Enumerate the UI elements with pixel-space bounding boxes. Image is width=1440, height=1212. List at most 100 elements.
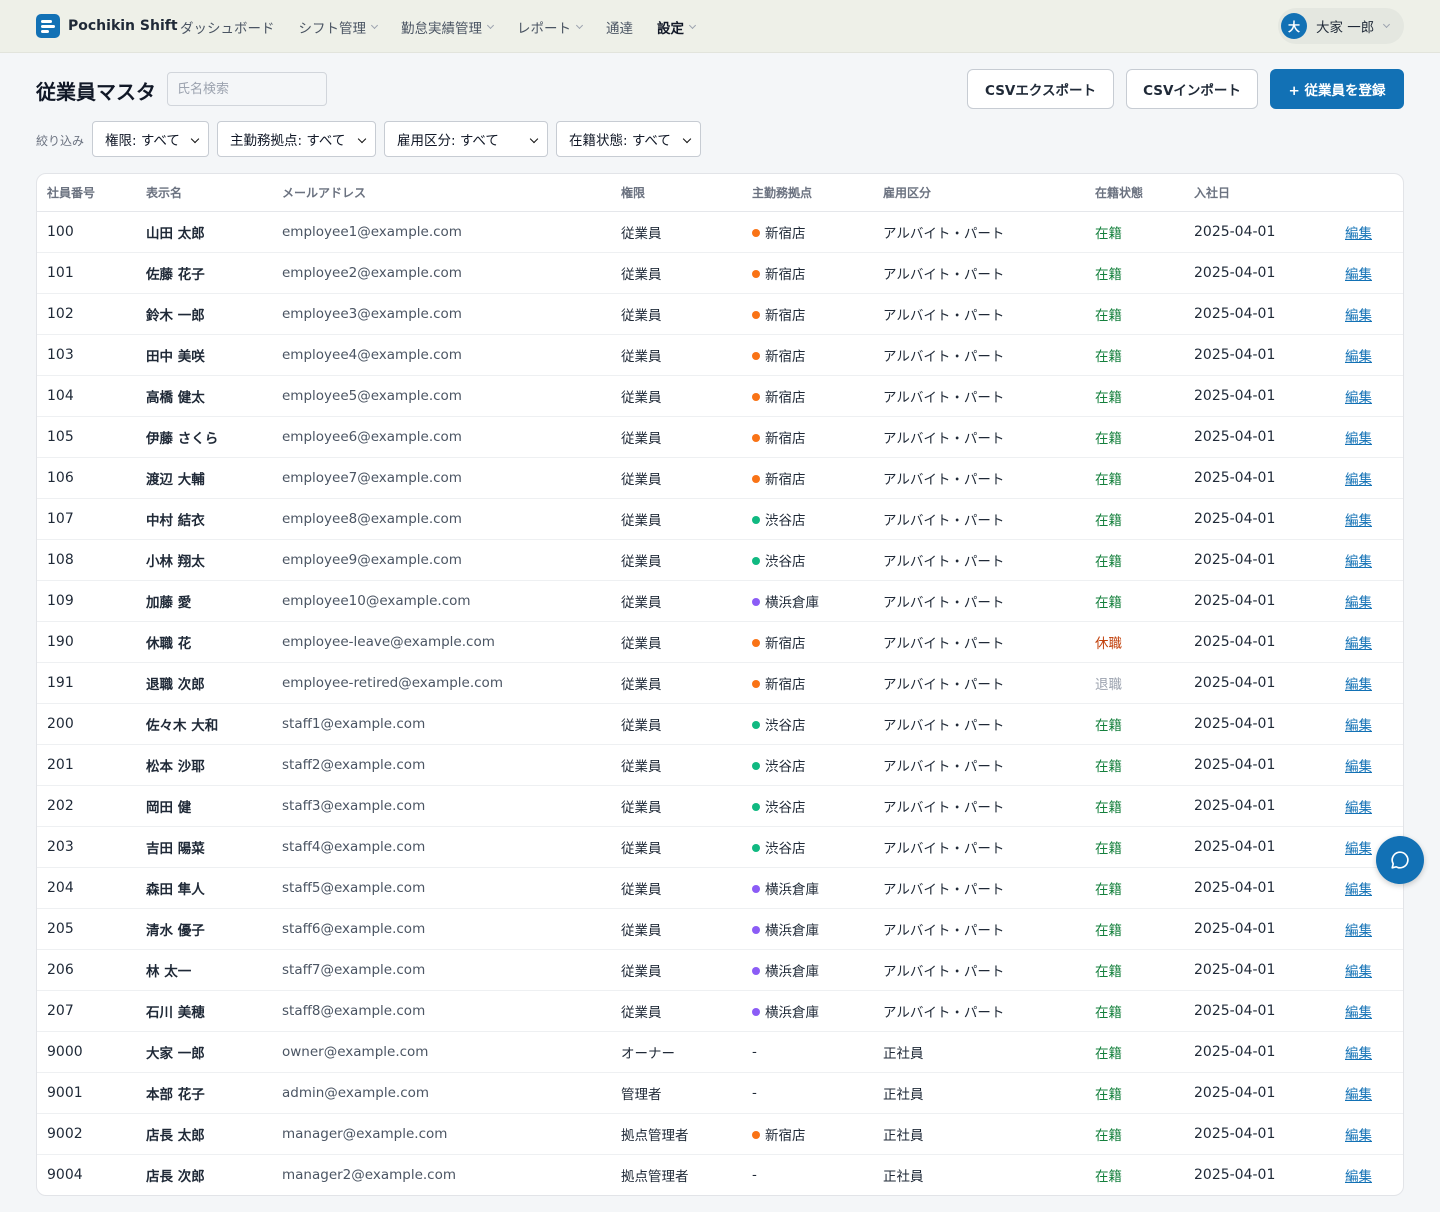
- chat-button[interactable]: [1376, 836, 1424, 884]
- cell-role-text: 従業員: [621, 348, 662, 365]
- nav-item-3[interactable]: レポート: [517, 17, 584, 37]
- nav-item-label: 設定: [657, 20, 684, 37]
- nav-item-5[interactable]: 設定: [657, 17, 697, 37]
- edit-link[interactable]: 編集: [1345, 718, 1372, 734]
- cell-email-text: owner@example.com: [282, 1043, 429, 1060]
- cell-hire-date-text: 2025-04-01: [1194, 879, 1276, 896]
- app-logo[interactable]: Pochikin Shift: [36, 14, 178, 38]
- cell-employment-text: アルバイト・パート: [883, 922, 1005, 939]
- location-filter-value: 主勤務拠点: すべて: [230, 133, 346, 149]
- cell-location-text: 渋谷店: [765, 758, 806, 775]
- cell-employment-text: アルバイト・パート: [883, 471, 1005, 488]
- cell-location: 横浜倉庫: [742, 990, 873, 1032]
- cell-display-name: 店長 太郎: [136, 1113, 272, 1155]
- header-employment[interactable]: 雇用区分: [873, 174, 1085, 212]
- edit-link[interactable]: 編集: [1345, 841, 1372, 857]
- edit-link[interactable]: 編集: [1345, 677, 1372, 693]
- cell-status-text: 在籍: [1095, 881, 1122, 898]
- cell-display-name-text: 吉田 陽菜: [146, 840, 205, 857]
- edit-link[interactable]: 編集: [1345, 800, 1372, 816]
- cell-hire-date: 2025-04-01: [1184, 293, 1333, 335]
- cell-display-name: 佐藤 花子: [136, 252, 272, 294]
- edit-link[interactable]: 編集: [1345, 1005, 1372, 1021]
- name-search-input[interactable]: [167, 72, 327, 106]
- cell-status-text: 在籍: [1095, 922, 1122, 939]
- csv-import-button[interactable]: CSVインポート: [1126, 69, 1258, 109]
- location-dot-icon: [752, 1130, 760, 1139]
- edit-link[interactable]: 編集: [1345, 882, 1372, 898]
- cell-employment-text: アルバイト・パート: [883, 512, 1005, 529]
- edit-link[interactable]: 編集: [1345, 554, 1372, 570]
- csv-export-button[interactable]: CSVエクスポート: [967, 69, 1114, 109]
- user-menu[interactable]: 大 大家 一郎: [1278, 8, 1404, 44]
- nav-item-2[interactable]: 勤怠実績管理: [401, 17, 495, 37]
- edit-link[interactable]: 編集: [1345, 513, 1372, 529]
- edit-link[interactable]: 編集: [1345, 349, 1372, 365]
- cell-status: 在籍: [1085, 744, 1184, 786]
- cell-role-text: 従業員: [621, 594, 662, 611]
- edit-link[interactable]: 編集: [1345, 267, 1372, 283]
- edit-link[interactable]: 編集: [1345, 595, 1372, 611]
- cell-role: 従業員: [611, 498, 742, 540]
- location-dot-icon: [752, 966, 760, 975]
- cell-hire-date-text: 2025-04-01: [1194, 1043, 1276, 1060]
- cell-email-text: employee-leave@example.com: [282, 633, 495, 650]
- cell-employment-text: アルバイト・パート: [883, 717, 1005, 734]
- cell-status: 在籍: [1085, 498, 1184, 540]
- chevron-down-icon: [486, 21, 495, 29]
- cell-hire-date-text: 2025-04-01: [1194, 387, 1276, 404]
- cell-hire-date: 2025-04-01: [1184, 1113, 1333, 1155]
- edit-link[interactable]: 編集: [1345, 964, 1372, 980]
- header-email[interactable]: メールアドレス: [272, 174, 611, 212]
- edit-link[interactable]: 編集: [1345, 923, 1372, 939]
- nav-item-1[interactable]: シフト管理: [299, 17, 379, 37]
- cell-display-name: 鈴木 一郎: [136, 293, 272, 335]
- location-dot-icon: [752, 720, 760, 729]
- chevron-down-icon: [575, 21, 584, 29]
- location-dot-icon: [752, 884, 760, 893]
- cell-location-text: 横浜倉庫: [765, 963, 819, 980]
- cell-role: 管理者: [611, 1072, 742, 1114]
- cell-employee-id: 9000: [37, 1031, 136, 1073]
- register-employee-button[interactable]: + 従業員を登録: [1270, 69, 1404, 109]
- edit-link[interactable]: 編集: [1345, 1087, 1372, 1103]
- status-filter-select[interactable]: 在籍状態: すべて: [556, 121, 701, 157]
- table-row: 102 鈴木 一郎 employee3@example.com 従業員 新宿店 アルバイト…: [37, 293, 1403, 335]
- edit-link[interactable]: 編集: [1345, 390, 1372, 406]
- cell-display-name-text: 加藤 愛: [146, 594, 192, 611]
- cell-role: 従業員: [611, 990, 742, 1032]
- edit-link[interactable]: 編集: [1345, 759, 1372, 775]
- edit-link[interactable]: 編集: [1345, 308, 1372, 324]
- table-row: 9001 本部 花子 admin@example.com 管理者 - 正社員 在籍 2025-…: [37, 1072, 1403, 1114]
- cell-employee-id-text: 190: [47, 633, 74, 650]
- edit-link[interactable]: 編集: [1345, 1169, 1372, 1185]
- header-status[interactable]: 在籍状態: [1085, 174, 1184, 212]
- edit-link[interactable]: 編集: [1345, 636, 1372, 652]
- cell-status: 在籍: [1085, 1113, 1184, 1155]
- table-row: 106 渡辺 大輔 employee7@example.com 従業員 新宿店 アルバイト…: [37, 457, 1403, 499]
- header-location[interactable]: 主勤務拠点: [742, 174, 873, 212]
- cell-role: オーナー: [611, 1031, 742, 1073]
- edit-link[interactable]: 編集: [1345, 472, 1372, 488]
- edit-link[interactable]: 編集: [1345, 431, 1372, 447]
- header-display-name[interactable]: 表示名: [136, 174, 272, 212]
- edit-link[interactable]: 編集: [1345, 1046, 1372, 1062]
- role-filter-select[interactable]: 権限: すべて: [92, 121, 209, 157]
- edit-link[interactable]: 編集: [1345, 1128, 1372, 1144]
- nav-item-4[interactable]: 通達: [606, 17, 633, 37]
- header-employee-id[interactable]: 社員番号: [37, 174, 136, 212]
- location-filter-select[interactable]: 主勤務拠点: すべて: [217, 121, 376, 157]
- cell-location: 新宿店: [742, 457, 873, 499]
- cell-email: employee8@example.com: [272, 498, 611, 540]
- cell-actions: 編集: [1333, 785, 1403, 827]
- employment-filter-select[interactable]: 雇用区分: すべて: [384, 121, 548, 157]
- header-role[interactable]: 権限: [611, 174, 742, 212]
- header-hire-date[interactable]: 入社日: [1184, 174, 1333, 212]
- cell-location-text: 渋谷店: [765, 717, 806, 734]
- nav-item-label: レポート: [517, 20, 571, 37]
- cell-employee-id: 191: [37, 662, 136, 704]
- edit-link[interactable]: 編集: [1345, 226, 1372, 242]
- cell-display-name: 大家 一郎: [136, 1031, 272, 1073]
- nav-item-0[interactable]: ダッシュボード: [180, 17, 275, 37]
- cell-display-name: 清水 優子: [136, 908, 272, 950]
